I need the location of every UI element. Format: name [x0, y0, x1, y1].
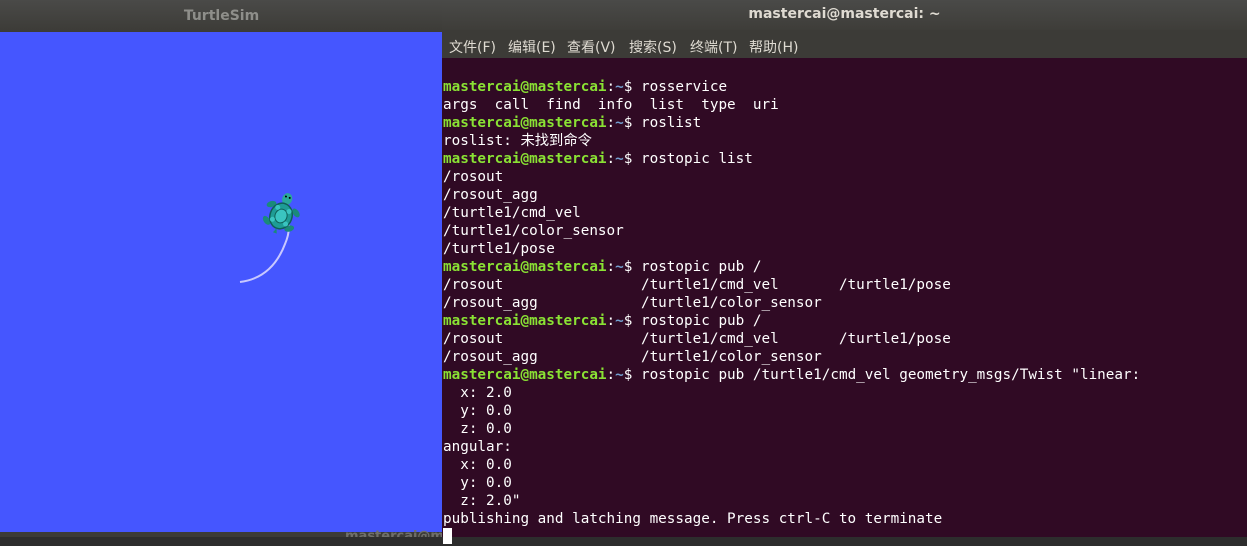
- menu-view[interactable]: 查看(V): [567, 37, 616, 57]
- prompt-path: ~: [615, 115, 624, 131]
- terminal-command: rostopic pub /turtle1/cmd_vel geometry_m…: [640, 367, 1141, 383]
- terminal-command: rostopic pub /: [640, 259, 762, 275]
- prompt-symbol: $: [623, 313, 641, 329]
- prompt-colon: :: [606, 79, 616, 95]
- menu-edit[interactable]: 编辑(E): [508, 37, 556, 57]
- terminal-prompt-line: mastercai@mastercai:~$ rostopic pub /tur…: [443, 366, 1140, 384]
- turtlesim-titlebar[interactable]: TurtleSim: [0, 0, 443, 33]
- prompt-user-host: mastercai@mastercai: [443, 313, 607, 329]
- prompt-path: ~: [615, 79, 624, 95]
- terminal-prompt-line: mastercai@mastercai:~$ roslist: [443, 114, 1140, 132]
- prompt-user-host: mastercai@mastercai: [443, 259, 607, 275]
- prompt-user-host: mastercai@mastercai: [443, 115, 607, 131]
- prompt-colon: :: [606, 367, 616, 383]
- prompt-symbol: $: [623, 259, 641, 275]
- prompt-path: ~: [615, 313, 624, 329]
- terminal-prompt-line: mastercai@mastercai:~$ rosservice: [443, 78, 1140, 96]
- prompt-colon: :: [606, 259, 616, 275]
- turtle-drawing: [239, 193, 300, 283]
- prompt-user-host: mastercai@mastercai: [443, 79, 607, 95]
- turtlesim-title: TurtleSim: [183, 8, 260, 24]
- terminal-output-line: /turtle1/pose: [443, 241, 555, 257]
- prompt-colon: :: [606, 115, 616, 131]
- terminal-output-line: z: 2.0": [443, 493, 521, 509]
- terminal-command: rostopic list: [640, 151, 753, 167]
- prompt-colon: :: [606, 151, 616, 167]
- terminal-menubar: 文件(F) 编辑(E) 查看(V) 搜索(S) 终端(T) 帮助(H): [442, 30, 1247, 59]
- terminal-prompt-line: mastercai@mastercai:~$ rostopic pub /: [443, 312, 1140, 330]
- menu-search[interactable]: 搜索(S): [629, 37, 677, 57]
- prompt-colon: :: [606, 313, 616, 329]
- terminal-output-line: roslist: 未找到命令: [443, 133, 592, 149]
- background-window-text: mastercai@m: [345, 529, 444, 537]
- terminal-output-line: y: 0.0: [443, 403, 512, 419]
- menu-help[interactable]: 帮助(H): [749, 37, 798, 57]
- terminal-output: mastercai@mastercai:~$ rosservice args ca…: [443, 78, 1140, 546]
- turtlesim-window: TurtleSim mastercai@m: [0, 0, 444, 537]
- terminal-output-line: /rosout_agg /turtle1/color_sensor: [443, 349, 822, 365]
- terminal-prompt-line: mastercai@mastercai:~$ rostopic pub /: [443, 258, 1140, 276]
- terminal-cursor: [443, 528, 452, 544]
- terminal-output-line: /rosout /turtle1/cmd_vel /turtle1/pose: [443, 331, 951, 347]
- terminal-command: rostopic pub /: [640, 313, 762, 329]
- prompt-user-host: mastercai@mastercai: [443, 367, 607, 383]
- prompt-path: ~: [615, 151, 624, 167]
- turtlesim-canvas: [0, 32, 443, 532]
- terminal-output-line: /rosout /turtle1/cmd_vel /turtle1/pose: [443, 277, 951, 293]
- terminal-titlebar[interactable]: mastercai@mastercai: ~: [442, 0, 1247, 30]
- terminal-output-line: /turtle1/cmd_vel: [443, 205, 581, 221]
- turtle-icon: [262, 193, 300, 234]
- terminal-output-line: args call find info list type uri: [443, 97, 779, 113]
- terminal-prompt-line: mastercai@mastercai:~$ rostopic list: [443, 150, 1140, 168]
- terminal-output-line: /turtle1/color_sensor: [443, 223, 624, 239]
- prompt-symbol: $: [623, 115, 641, 131]
- terminal-output-line: /rosout_agg: [443, 187, 538, 203]
- terminal-body[interactable]: mastercai@mastercai:~$ rosservice args ca…: [442, 58, 1247, 544]
- terminal-output-line: x: 0.0: [443, 457, 512, 473]
- terminal-output-line: z: 0.0: [443, 421, 512, 437]
- terminal-output-line: x: 2.0: [443, 385, 512, 401]
- prompt-user-host: mastercai@mastercai: [443, 151, 607, 167]
- prompt-symbol: $: [623, 367, 641, 383]
- prompt-symbol: $: [623, 151, 641, 167]
- terminal-command: roslist: [640, 115, 702, 131]
- terminal-cursor-line: [443, 528, 1140, 546]
- terminal-output-line: y: 0.0: [443, 475, 512, 491]
- prompt-symbol: $: [623, 79, 641, 95]
- terminal-output-line: /rosout_agg /turtle1/color_sensor: [443, 295, 822, 311]
- terminal-title: mastercai@mastercai: ~: [748, 6, 941, 22]
- terminal-window: mastercai@mastercai: ~ 文件(F) 编辑(E) 查看(V)…: [442, 0, 1247, 544]
- menu-file[interactable]: 文件(F): [449, 37, 496, 57]
- prompt-path: ~: [615, 259, 624, 275]
- terminal-output-line: publishing and latching message. Press c…: [443, 511, 943, 527]
- terminal-command: rosservice: [640, 79, 728, 95]
- terminal-output-line: angular:: [443, 439, 512, 455]
- prompt-path: ~: [615, 367, 624, 383]
- terminal-output-line: /rosout: [443, 169, 504, 185]
- menu-terminal[interactable]: 终端(T): [690, 37, 737, 57]
